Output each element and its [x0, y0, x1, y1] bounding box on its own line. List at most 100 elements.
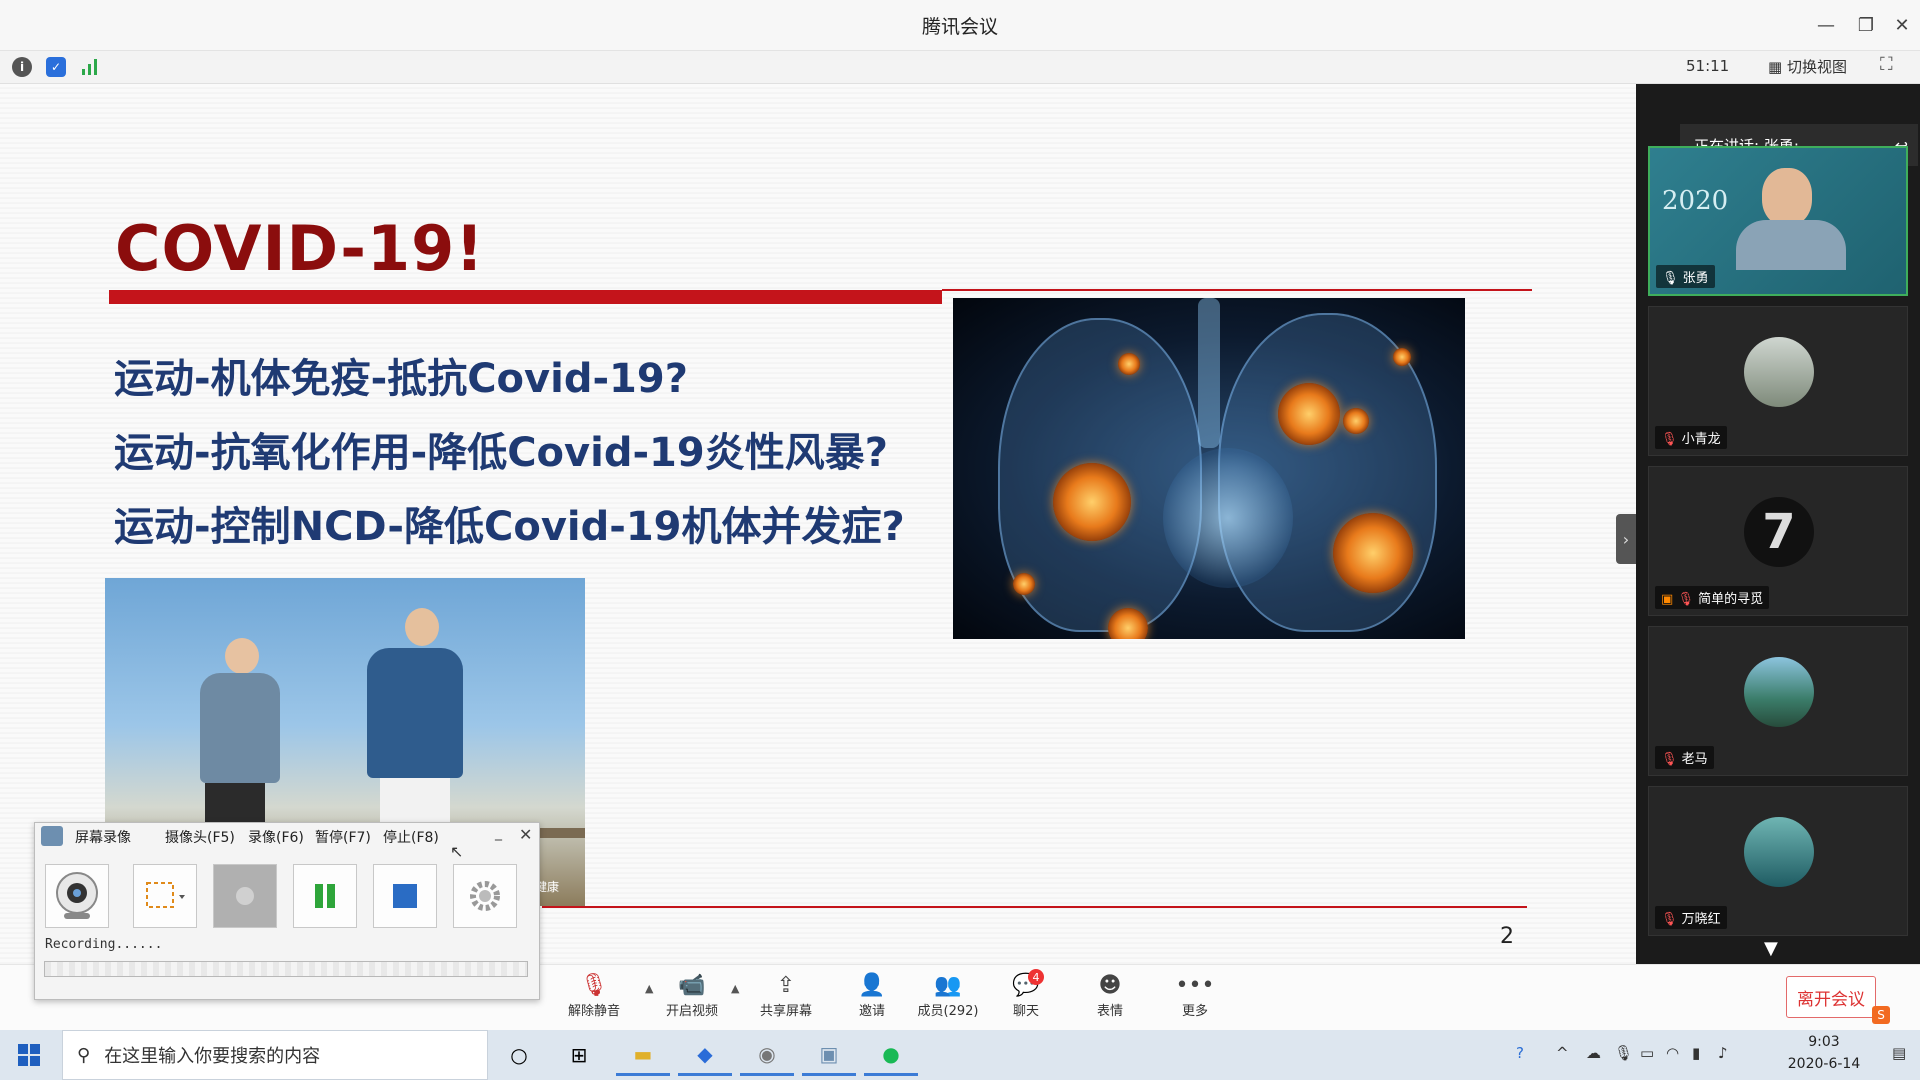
minimize-button[interactable]: — [1808, 8, 1844, 42]
members-label: 成员(292) [917, 1004, 979, 1019]
ime-icon[interactable]: S [1872, 1006, 1890, 1024]
recorder-pause-button[interactable] [293, 864, 357, 928]
mic-muted-icon: 🎙 [1661, 912, 1678, 927]
virus-particle [1013, 573, 1035, 595]
video-tile-participant[interactable]: 7 ▣ 🎙 简单的寻觅 [1648, 466, 1908, 616]
menu-stop[interactable]: 停止(F8) [383, 827, 439, 847]
leave-meeting-button[interactable]: 离开会议 [1786, 976, 1876, 1018]
avatar [1744, 337, 1814, 407]
recorder-stop-button[interactable] [373, 864, 437, 928]
menu-camera[interactable]: 摄像头(F5) [165, 827, 235, 847]
folder-icon: ▬ [633, 1041, 653, 1066]
taskbar-search[interactable]: ⚲ 在这里输入你要搜索的内容 [62, 1030, 488, 1080]
members-icon: 👥 [934, 973, 962, 998]
region-select-icon [146, 882, 185, 908]
camera-app-icon: ◉ [758, 1041, 776, 1066]
display-icon[interactable]: ▭ [1640, 1044, 1654, 1062]
mic-muted-icon: 🎙 [1677, 592, 1694, 607]
info-icon[interactable]: i [12, 57, 32, 77]
meeting-info-bar [0, 51, 1920, 84]
close-button[interactable]: ✕ [1884, 8, 1920, 42]
pause-icon [315, 884, 335, 908]
video-tile-participant[interactable]: 🎙 小青龙 [1648, 306, 1908, 456]
chevron-up-icon[interactable]: ^ [1556, 1044, 1569, 1062]
title-underline-line [942, 289, 1532, 291]
reactions-button[interactable]: ☻ 表情 [1070, 972, 1150, 1019]
recorder-record-button[interactable] [213, 864, 277, 928]
task-view-button[interactable]: ⊞ [552, 1034, 606, 1076]
help-icon[interactable]: ? [1516, 1044, 1524, 1062]
virus-particle [1053, 463, 1131, 541]
chat-button[interactable]: 💬 聊天 [986, 972, 1066, 1019]
chat-label: 聊天 [1012, 1004, 1039, 1019]
recorder-settings-button[interactable] [453, 864, 517, 928]
virus-particle [1343, 408, 1369, 434]
speaker-bg-year: 2020 [1662, 186, 1729, 216]
mic-icon: 🎙 [1662, 271, 1679, 286]
volume-icon[interactable]: ♪ [1718, 1044, 1728, 1062]
start-video-label: 开启视频 [665, 1004, 718, 1019]
taskbar-screen-recorder[interactable]: ▣ [802, 1034, 856, 1076]
start-button[interactable] [18, 1044, 40, 1070]
switch-view-button[interactable]: ▦ 切换视图 [1768, 56, 1847, 77]
grid-icon: ▦ [1768, 58, 1787, 76]
more-button[interactable]: ••• 更多 [1155, 972, 1235, 1019]
wifi-icon[interactable]: ◠ [1666, 1044, 1679, 1062]
invite-label: 邀请 [858, 1004, 885, 1019]
restore-button[interactable]: ❐ [1848, 8, 1884, 42]
circle-icon: ○ [510, 1043, 528, 1067]
virus-particle [1333, 513, 1413, 593]
recorder-title: 屏幕录像 [75, 830, 131, 846]
avatar: 7 [1744, 497, 1814, 567]
menu-pause[interactable]: 暂停(F7) [315, 827, 371, 847]
slide-question-2: 运动-抗氧化作用-降低Covid-19炎性风暴? [114, 430, 888, 476]
video-options-caret[interactable]: ▲ [731, 982, 739, 995]
recorder-webcam-button[interactable] [45, 864, 109, 928]
mouse-cursor: ↖ [450, 842, 464, 861]
cortana-button[interactable]: ○ [492, 1034, 546, 1076]
video-tile-participant[interactable]: 🎙 老马 [1648, 626, 1908, 776]
restore-icon: ❐ [1857, 14, 1875, 36]
speaker-shoulders [1736, 220, 1846, 270]
menu-record[interactable]: 录像(F6) [248, 827, 304, 847]
security-shield-icon[interactable]: ✓ [46, 57, 66, 77]
clock-time[interactable]: 9:03 [1788, 1034, 1860, 1050]
search-icon: ⚲ [77, 1044, 91, 1066]
share-screen-button[interactable]: ⇪ 共享屏幕 [746, 972, 826, 1019]
collapse-panel-button[interactable]: › [1616, 514, 1636, 564]
windows-icon [18, 1044, 40, 1066]
cloud-icon[interactable]: ☁ [1586, 1044, 1601, 1062]
microphone-icon[interactable]: 🎙 [1614, 1044, 1633, 1062]
meeting-timer: 51:11 [1686, 57, 1730, 75]
meeting-app-icon: ◆ [697, 1041, 713, 1066]
start-video-button[interactable]: 📹 开启视频 [652, 972, 732, 1019]
participant-name-tag: 🎙 小青龙 [1655, 426, 1727, 449]
avatar-glyph: 7 [1762, 504, 1796, 560]
clock-date[interactable]: 2020-6-14 [1768, 1056, 1880, 1072]
recorder-close-button[interactable]: ✕ [519, 825, 532, 844]
recorder-region-button[interactable] [133, 864, 197, 928]
recorder-minimize-button[interactable]: _ [495, 825, 502, 841]
taskbar-wechat[interactable]: ● [864, 1034, 918, 1076]
record-icon [236, 887, 254, 905]
chevron-right-icon: › [1622, 529, 1630, 549]
members-button[interactable]: 👥 成员(292) [908, 972, 988, 1019]
notification-icon[interactable]: ▤ [1892, 1044, 1906, 1062]
search-placeholder: 在这里输入你要搜索的内容 [104, 1046, 321, 1067]
taskbar-app-camera[interactable]: ◉ [740, 1034, 794, 1076]
invite-button[interactable]: 👤 邀请 [832, 972, 912, 1019]
signal-icon[interactable] [80, 58, 100, 76]
video-tile-speaker[interactable]: 2020 🎙 张勇 [1648, 146, 1908, 296]
taskbar-tencent-meeting[interactable]: ◆ [678, 1034, 732, 1076]
unmute-button[interactable]: 🎙 解除静音 [554, 972, 634, 1019]
runner-body [367, 648, 463, 778]
wechat-icon: ● [882, 1041, 900, 1066]
fullscreen-button[interactable]: ⛶ [1880, 54, 1893, 75]
virus-particle [1393, 348, 1411, 366]
close-icon: ✕ [519, 825, 533, 844]
video-tile-participant[interactable]: 🎙 万晓红 [1648, 786, 1908, 936]
scroll-down-button[interactable]: ▼ [1764, 938, 1778, 959]
battery-icon[interactable]: ▮ [1692, 1044, 1700, 1062]
taskbar-file-explorer[interactable]: ▬ [616, 1034, 670, 1076]
webcam-icon [56, 872, 98, 919]
